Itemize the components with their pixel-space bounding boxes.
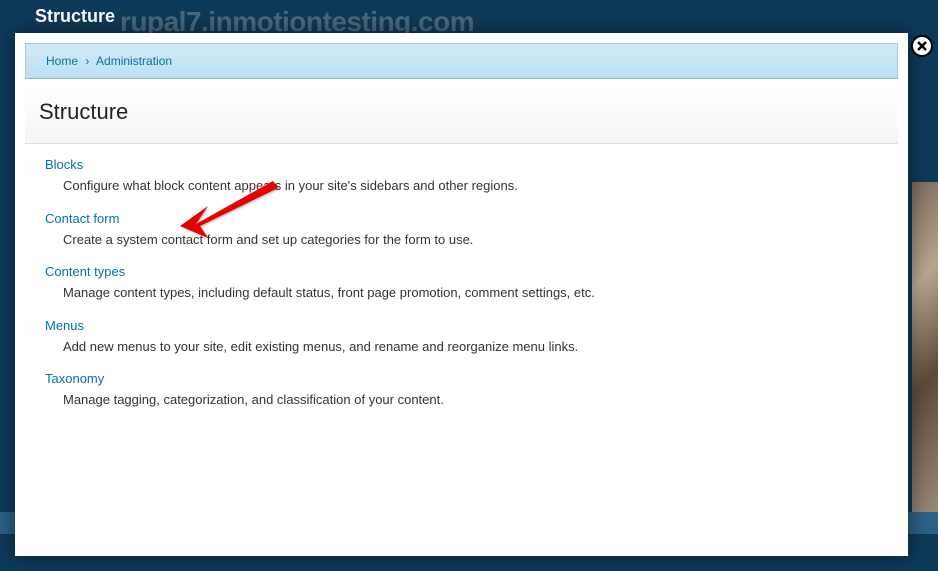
close-button[interactable] <box>911 35 933 57</box>
breadcrumb-administration[interactable]: Administration <box>96 54 172 68</box>
breadcrumb: Home › Administration <box>25 43 898 79</box>
list-item-blocks: Blocks Configure what block content appe… <box>45 156 878 196</box>
link-blocks[interactable]: Blocks <box>45 157 83 172</box>
list-item-contact-form: Contact form Create a system contact for… <box>45 210 878 250</box>
page-title: Structure <box>39 99 884 125</box>
desc-contact-form: Create a system contact form and set up … <box>63 230 878 250</box>
link-contact-form[interactable]: Contact form <box>45 211 119 226</box>
desc-blocks: Configure what block content appears in … <box>63 176 878 196</box>
link-menus[interactable]: Menus <box>45 318 84 333</box>
admin-list: Blocks Configure what block content appe… <box>25 144 898 436</box>
list-item-content-types: Content types Manage content types, incl… <box>45 263 878 303</box>
link-content-types[interactable]: Content types <box>45 264 125 279</box>
toolbar-title: Structure <box>35 6 115 27</box>
link-taxonomy[interactable]: Taxonomy <box>45 371 104 386</box>
desc-menus: Add new menus to your site, edit existin… <box>63 337 878 357</box>
desc-content-types: Manage content types, including default … <box>63 283 878 303</box>
background-image-fragment <box>912 182 938 512</box>
page-header: Structure <box>25 89 898 144</box>
list-item-menus: Menus Add new menus to your site, edit e… <box>45 317 878 357</box>
content-area: Structure Blocks Configure what block co… <box>15 89 908 436</box>
close-icon <box>916 40 928 52</box>
breadcrumb-home[interactable]: Home <box>46 54 78 68</box>
list-item-taxonomy: Taxonomy Manage tagging, categorization,… <box>45 370 878 410</box>
desc-taxonomy: Manage tagging, categorization, and clas… <box>63 390 878 410</box>
overlay-modal: Home › Administration Structure Blocks C… <box>15 33 908 556</box>
breadcrumb-separator: › <box>85 54 89 68</box>
